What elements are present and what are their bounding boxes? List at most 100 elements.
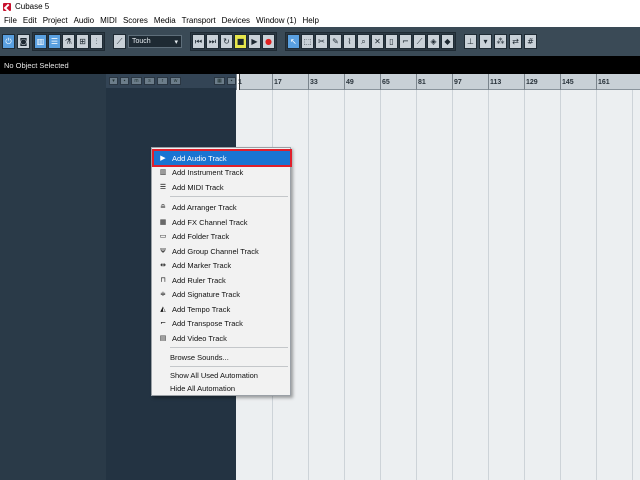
- ruler-label: 33: [310, 79, 318, 86]
- go-to-next-marker-icon[interactable]: ⏭: [206, 34, 219, 49]
- menu-item-add-fx-channel-track[interactable]: ▦ Add FX Channel Track: [154, 215, 290, 229]
- ruler-label: 145: [562, 79, 574, 86]
- add-track-button[interactable]: ▾: [109, 77, 118, 85]
- track-list-header: ▾ ▪ m s r w ▦ ▪: [106, 74, 236, 88]
- ruler-label: 97: [454, 79, 462, 86]
- cubase-app-icon: [3, 2, 11, 11]
- menu-audio[interactable]: Audio: [72, 16, 98, 25]
- record-icon[interactable]: ●: [262, 34, 275, 49]
- automation-mode-icon[interactable]: ⟋: [113, 34, 126, 49]
- erase-tool-icon[interactable]: ✕: [371, 34, 384, 49]
- solo-all-button[interactable]: s: [144, 77, 155, 85]
- fx-channel-track-icon: ▦: [159, 218, 167, 226]
- glue-tool-icon[interactable]: ⌇: [343, 34, 356, 49]
- menu-separator: [170, 196, 288, 197]
- constrain-delay-button[interactable]: ◙: [17, 34, 30, 49]
- write-all-button[interactable]: w: [170, 77, 181, 85]
- cycle-icon[interactable]: ↻: [220, 34, 233, 49]
- timeline-ruler[interactable]: 1 17 33 49 65 81 97 113 129 145 161: [236, 74, 640, 90]
- timewarp-tool-icon[interactable]: ⌐: [399, 34, 412, 49]
- ruler-label: 129: [526, 79, 538, 86]
- folder-track-icon: ▭: [159, 232, 167, 240]
- menu-scores[interactable]: Scores: [121, 16, 152, 25]
- midi-track-icon: ☰: [159, 183, 167, 191]
- menu-item-add-arranger-track[interactable]: ≘ Add Arranger Track: [154, 200, 290, 214]
- add-track-context-menu: ▶ Add Audio Track ▥ Add Instrument Track…: [151, 147, 292, 396]
- menu-edit[interactable]: Edit: [21, 16, 41, 25]
- menu-file[interactable]: File: [2, 16, 21, 25]
- automation-mode-select[interactable]: Touch ▾: [128, 35, 182, 48]
- snap-select-icon[interactable]: ▾: [479, 34, 492, 49]
- inspector-toggle-icon[interactable]: ▥: [34, 34, 47, 49]
- snap-mode-icon[interactable]: ⊥: [464, 34, 477, 49]
- track-list-settings-icon[interactable]: ▦: [214, 77, 225, 85]
- menu-separator: [170, 347, 288, 348]
- infoline-toggle-icon[interactable]: ☰: [48, 34, 61, 49]
- menu-midi[interactable]: MIDI: [98, 16, 121, 25]
- track-controls-icon[interactable]: ▪: [120, 77, 129, 85]
- mixer-toggle-icon[interactable]: ⫶: [90, 34, 103, 49]
- menu-help[interactable]: Help: [301, 16, 323, 25]
- grid-line: [380, 90, 381, 480]
- menu-item-add-midi-track[interactable]: ☰ Add MIDI Track: [154, 180, 290, 194]
- menu-item-hide-all-automation[interactable]: Hide All Automation: [154, 381, 290, 395]
- menu-item-add-instrument-track[interactable]: ▥ Add Instrument Track: [154, 165, 290, 179]
- menu-item-add-audio-track[interactable]: ▶ Add Audio Track: [152, 149, 292, 167]
- menu-item-add-group-channel-track[interactable]: Ψ Add Group Channel Track: [154, 244, 290, 258]
- project-toolbar: ⏻ ◙ ▥ ☰ ⚗ ⊞ ⫶ ⟋ Touch ▾ ⏮ ⏭ ↻ ■ ▶ ● ↖ ⬚ …: [0, 27, 640, 56]
- grid-type-icon[interactable]: #: [524, 34, 537, 49]
- activate-project-button[interactable]: ⏻: [2, 34, 15, 49]
- line-tool-icon[interactable]: ⟋: [413, 34, 426, 49]
- menu-item-add-transpose-track[interactable]: ⌐ Add Transpose Track: [154, 316, 290, 330]
- snap-to-zero-crossing-icon[interactable]: ⁂: [494, 34, 507, 49]
- range-selection-tool-icon[interactable]: ⬚: [301, 34, 314, 49]
- menu-bar: File Edit Project Audio MIDI Scores Medi…: [0, 13, 640, 27]
- menu-item-add-signature-track[interactable]: ≑ Add Signature Track: [154, 287, 290, 301]
- split-tool-icon[interactable]: ✂: [315, 34, 328, 49]
- menu-item-add-marker-track[interactable]: ⇹ Add Marker Track: [154, 258, 290, 272]
- menu-item-add-folder-track[interactable]: ▭ Add Folder Track: [154, 229, 290, 243]
- ruler-label: 161: [598, 79, 610, 86]
- auto-scroll-icon[interactable]: ⇄: [509, 34, 522, 49]
- event-display[interactable]: [236, 90, 640, 480]
- menu-devices[interactable]: Devices: [220, 16, 254, 25]
- info-line-text: No Object Selected: [4, 60, 69, 70]
- draw-tool-icon[interactable]: ✎: [329, 34, 342, 49]
- marker-track-icon: ⇹: [160, 261, 166, 269]
- grid-line: [416, 90, 417, 480]
- overview-toggle-icon[interactable]: ⚗: [62, 34, 75, 49]
- menu-media[interactable]: Media: [152, 16, 180, 25]
- menu-project[interactable]: Project: [41, 16, 72, 25]
- zoom-tool-icon[interactable]: ⌕: [357, 34, 370, 49]
- menu-item-add-ruler-track[interactable]: ⊓ Add Ruler Track: [154, 273, 290, 287]
- ruler-label: 17: [274, 79, 282, 86]
- automation-mode-value: Touch: [132, 38, 151, 45]
- group-channel-track-icon: Ψ: [160, 247, 166, 255]
- grid-line: [488, 90, 489, 480]
- grid-line: [560, 90, 561, 480]
- menu-item-show-all-used-automation[interactable]: Show All Used Automation: [154, 368, 290, 382]
- grid-line: [632, 90, 633, 480]
- menu-item-browse-sounds[interactable]: Browse Sounds...: [154, 350, 290, 364]
- mute-tool-icon[interactable]: ▯: [385, 34, 398, 49]
- signature-track-icon: ≑: [160, 290, 166, 298]
- object-selection-tool-icon[interactable]: ↖: [287, 34, 300, 49]
- menu-window[interactable]: Window (1): [254, 16, 300, 25]
- color-tool-icon[interactable]: ◆: [441, 34, 454, 49]
- tempo-track-icon: ◭: [160, 305, 166, 313]
- track-list-edit-icon[interactable]: ▪: [227, 77, 236, 85]
- window-title: Cubase 5: [15, 2, 50, 11]
- instrument-track-icon: ▥: [159, 168, 167, 176]
- play-tool-icon[interactable]: ◈: [427, 34, 440, 49]
- mute-all-button[interactable]: m: [131, 77, 142, 85]
- menu-item-add-video-track[interactable]: ▤ Add Video Track: [154, 331, 290, 345]
- info-line: No Object Selected: [0, 56, 640, 74]
- menu-item-add-tempo-track[interactable]: ◭ Add Tempo Track: [154, 302, 290, 316]
- menu-transport[interactable]: Transport: [180, 16, 220, 25]
- ruler-label: 65: [382, 79, 390, 86]
- pool-toggle-icon[interactable]: ⊞: [76, 34, 89, 49]
- play-icon[interactable]: ▶: [248, 34, 261, 49]
- stop-icon[interactable]: ■: [234, 34, 247, 49]
- read-all-button[interactable]: r: [157, 77, 168, 85]
- go-to-previous-marker-icon[interactable]: ⏮: [192, 34, 205, 49]
